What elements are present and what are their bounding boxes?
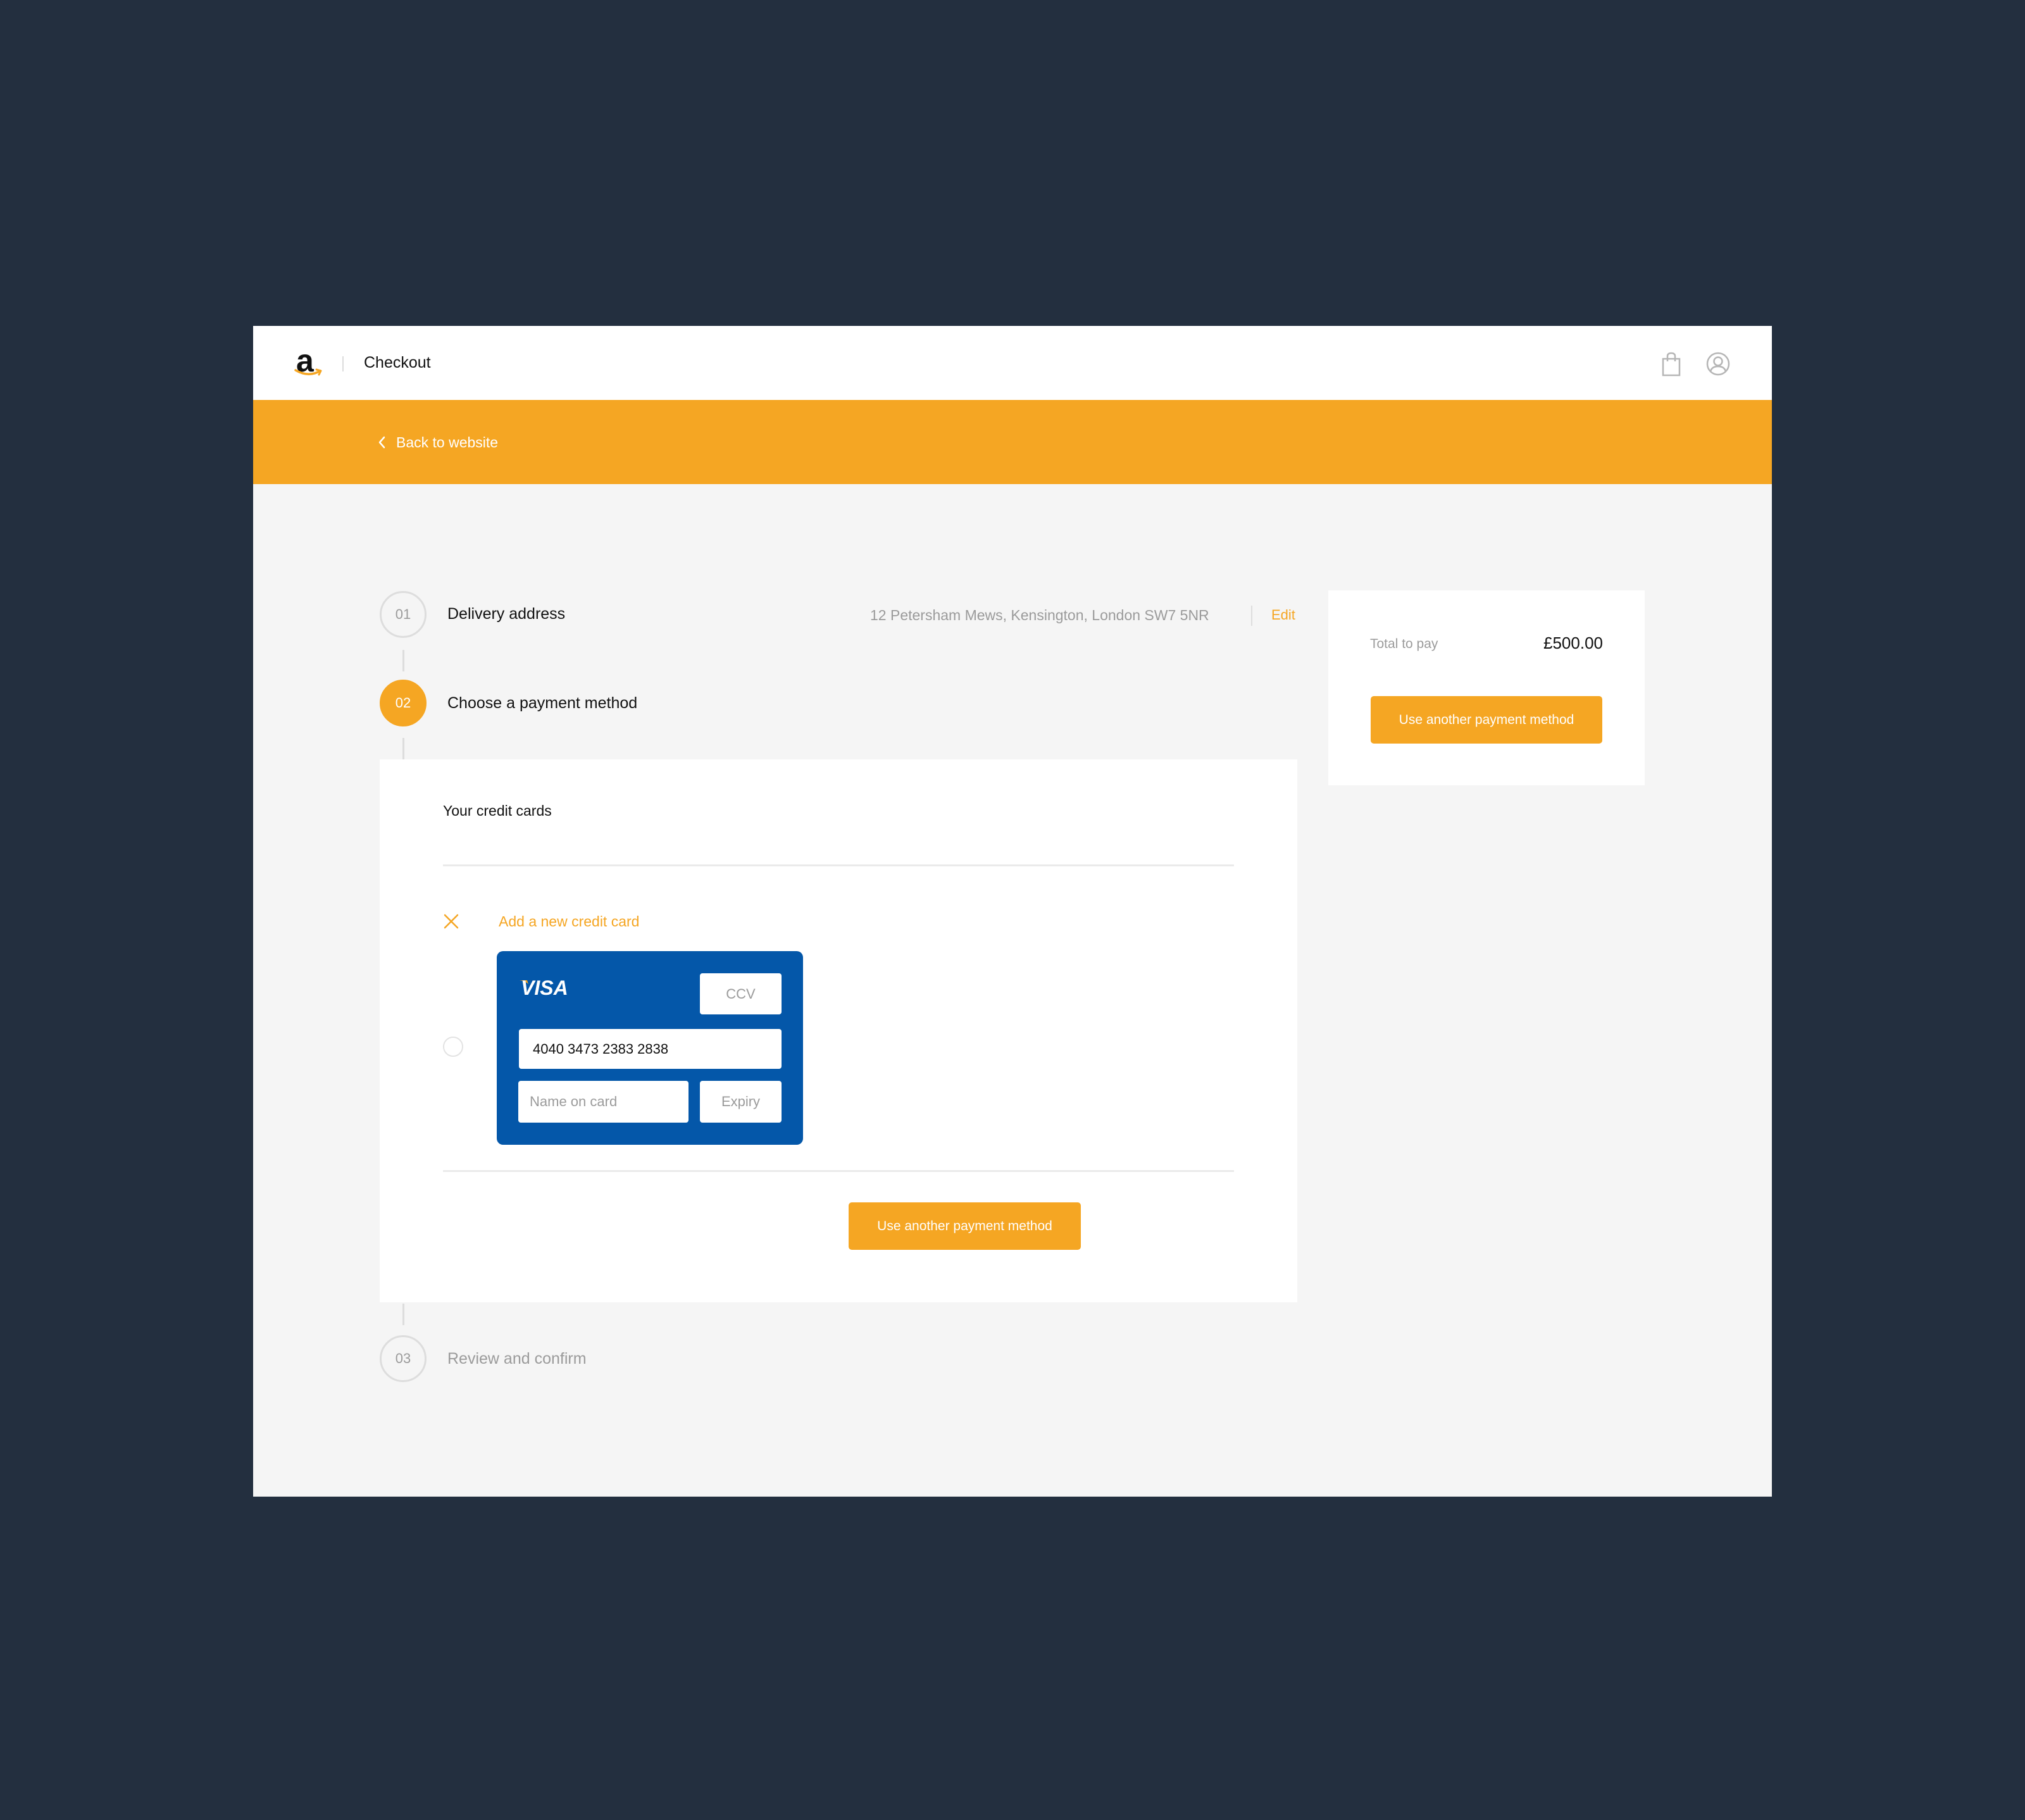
close-icon	[444, 914, 459, 929]
visa-logo-icon: VISA	[520, 976, 568, 997]
payment-method-panel: Your credit cards Add a new credit card …	[380, 759, 1297, 1302]
summary-use-another-payment-method-button[interactable]: Use another payment method	[1371, 696, 1602, 744]
divider	[443, 1170, 1234, 1172]
expiry-input[interactable]	[700, 1081, 782, 1123]
step-connector	[402, 1304, 404, 1325]
user-account-icon[interactable]	[1705, 351, 1731, 377]
add-card-label: Add a new credit card	[499, 913, 640, 930]
edit-address-link[interactable]: Edit	[1271, 606, 1295, 625]
divider	[443, 864, 1234, 866]
total-to-pay-value: £500.00	[1543, 633, 1603, 652]
step-2-title: Choose a payment method	[447, 694, 638, 712]
credit-card-form: VISA	[497, 951, 803, 1145]
step-3-number: 03	[395, 1350, 411, 1366]
step-3-title: Review and confirm	[447, 1350, 587, 1368]
checkout-subheader: Back to website	[253, 400, 1772, 484]
ccv-input[interactable]	[700, 973, 782, 1014]
card-brand-text: VISA	[521, 976, 568, 997]
step-2-indicator: 02	[380, 680, 427, 726]
delivery-address-summary: 12 Petersham Mews, Kensington, London SW…	[870, 607, 1209, 623]
checkout-window: a Checkout Back to website 01 Delivery a…	[253, 326, 1772, 1497]
add-new-credit-card-toggle[interactable]: Add a new credit card	[443, 909, 639, 934]
credit-cards-heading: Your credit cards	[443, 802, 552, 819]
name-on-card-input[interactable]	[518, 1081, 688, 1123]
step-connector	[402, 738, 404, 759]
page-title: Checkout	[364, 354, 431, 371]
amazon-logo[interactable]: a	[294, 345, 324, 380]
back-to-website-link[interactable]: Back to website	[377, 432, 498, 453]
step-1-indicator: 01	[380, 591, 427, 638]
step-connector	[402, 650, 404, 671]
select-card-radio[interactable]	[443, 1037, 463, 1057]
order-summary-card: Total to pay £500.00 Use another payment…	[1328, 590, 1645, 785]
address-divider	[1251, 606, 1252, 626]
shopping-bag-icon[interactable]	[1659, 351, 1685, 377]
total-to-pay-label: Total to pay	[1370, 637, 1438, 651]
top-navigation-bar: a Checkout	[253, 326, 1772, 400]
header-divider	[342, 356, 344, 371]
step-1-title: Delivery address	[447, 605, 566, 623]
chevron-left-icon	[378, 436, 385, 449]
step-2-number: 02	[395, 695, 411, 711]
amazon-smile-icon	[294, 368, 322, 376]
use-another-payment-method-button[interactable]: Use another payment method	[849, 1202, 1081, 1250]
card-number-input[interactable]	[519, 1029, 782, 1069]
step-3-indicator: 03	[380, 1335, 427, 1382]
back-link-label: Back to website	[396, 433, 499, 451]
step-1-number: 01	[395, 606, 411, 622]
